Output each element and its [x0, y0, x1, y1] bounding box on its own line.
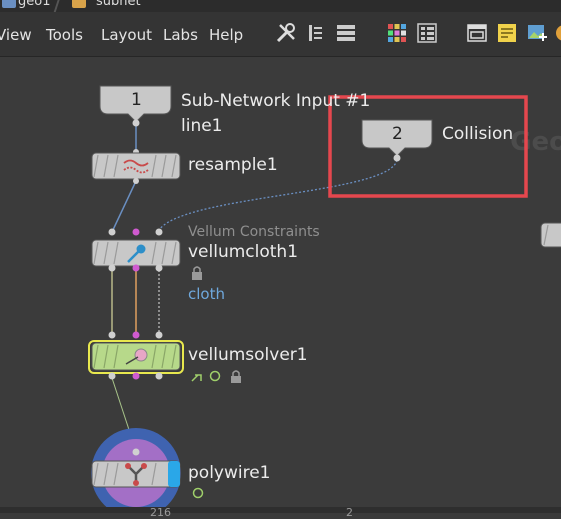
timer-icon — [209, 370, 221, 382]
vellumcloth1-node[interactable] — [91, 228, 181, 272]
vellumcloth1-subtitle: Vellum Constraints — [188, 224, 320, 240]
vellumcloth1-group: cloth — [188, 285, 225, 303]
vellumsolver1-label: vellumsolver1 — [188, 345, 308, 365]
polywire-timer-icon — [192, 487, 204, 499]
vellumsolver1-node[interactable] — [88, 331, 184, 380]
polywire1-label: polywire1 — [188, 463, 271, 483]
subnet-input-output-name: line1 — [181, 116, 223, 136]
subnet-input-label: Sub-Network Input #1 — [181, 91, 371, 111]
footer-strip — [0, 507, 561, 513]
lock-icon-2 — [231, 376, 241, 383]
subnet-input-number: 1 — [131, 90, 142, 110]
collision-input-label: Collision — [442, 124, 514, 144]
vellumcloth1-label: vellumcloth1 — [188, 242, 299, 262]
download-icon — [191, 374, 202, 382]
wire-resample-to-vellumcloth — [111, 180, 137, 233]
solver-icon — [134, 348, 148, 362]
lock-icon — [192, 266, 202, 280]
collision-input-number: 2 — [392, 124, 403, 144]
polywire1-node[interactable] — [91, 428, 181, 513]
resample1-label: resample1 — [188, 155, 278, 175]
resample1-node[interactable] — [91, 149, 181, 184]
display-flag — [168, 461, 180, 487]
solver-status-icons — [191, 370, 241, 383]
